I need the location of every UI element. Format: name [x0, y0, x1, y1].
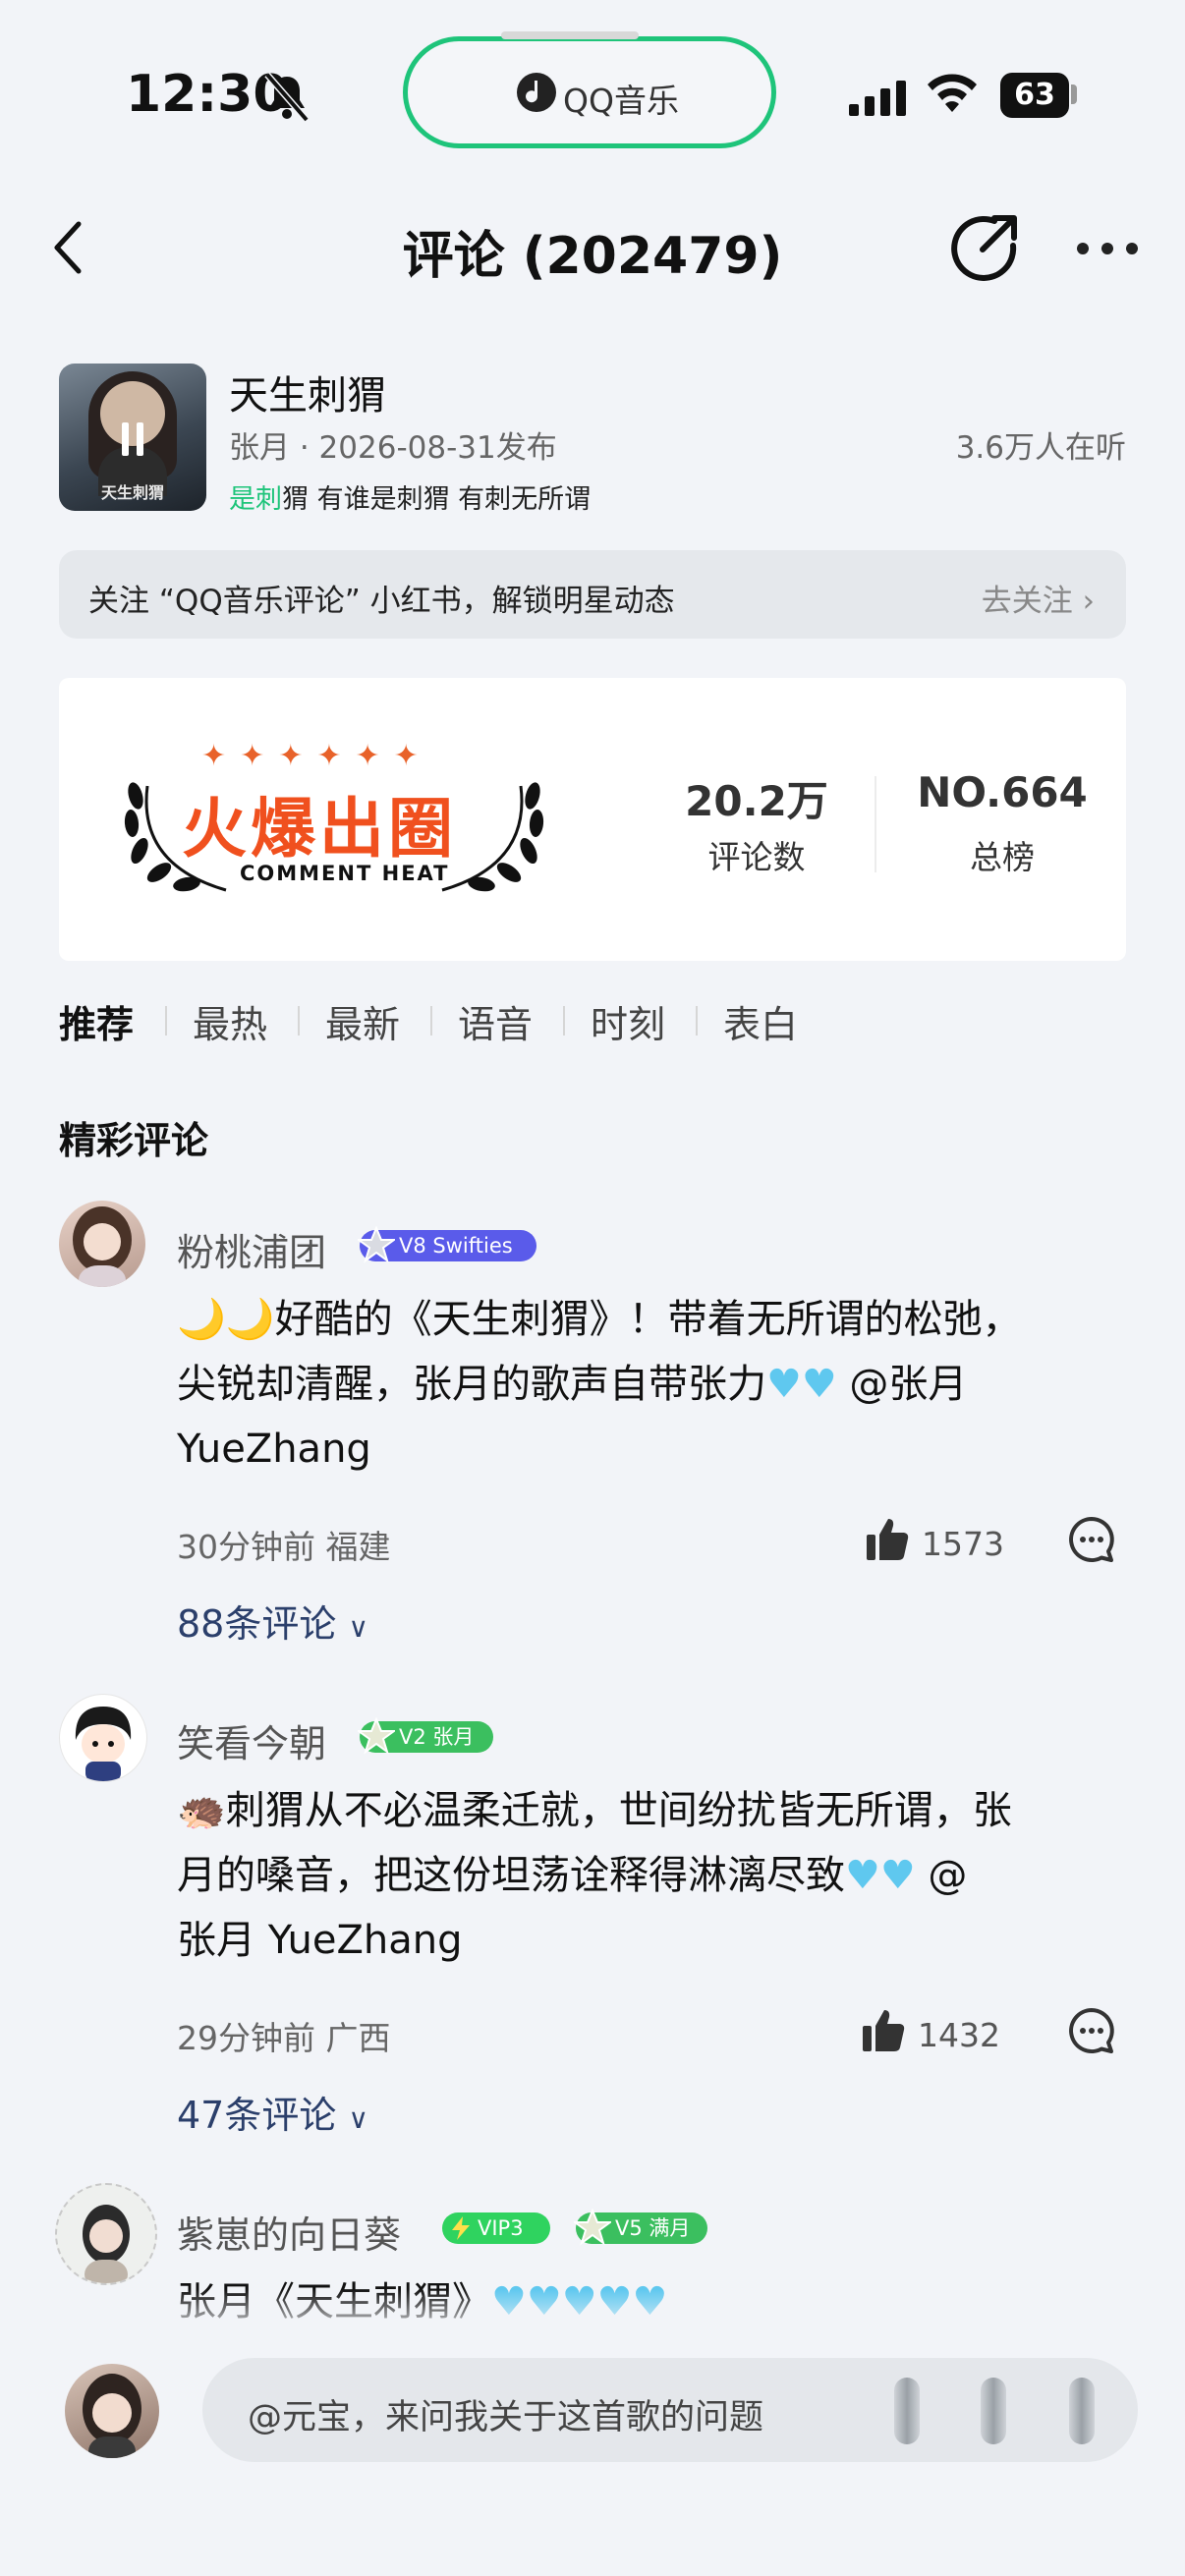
- rank-label: 总榜: [970, 838, 1035, 876]
- thumbs-up-icon[interactable]: [865, 1517, 910, 1562]
- tab-hottest[interactable]: 最热: [193, 994, 267, 1048]
- user-avatar[interactable]: [65, 2364, 159, 2458]
- section-title: 精彩评论: [59, 1119, 209, 1162]
- badge-label: V5 满月: [615, 2216, 691, 2240]
- mention-link[interactable]: @张月: [837, 1362, 967, 1407]
- tab-newest[interactable]: 最新: [325, 994, 400, 1048]
- mention-link[interactable]: @: [916, 1853, 967, 1898]
- avatar-portrait-icon: [83, 2205, 130, 2283]
- cellular-signal-icon: [849, 81, 906, 116]
- album-cover[interactable]: 天生刺猬: [59, 364, 206, 511]
- badge-star-icon: [574, 2209, 611, 2246]
- more-options-icon[interactable]: [1076, 242, 1139, 255]
- lyric-rest: 猬 有谁是刺猬 有刺无所谓: [282, 484, 592, 515]
- song-title[interactable]: 天生刺猬: [229, 364, 386, 420]
- bell-muted-icon: [264, 72, 310, 123]
- view-replies-link[interactable]: 88条评论 ∨: [177, 1594, 368, 1648]
- rank-value: NO.664: [917, 768, 1088, 816]
- voice-wave-icon[interactable]: [981, 2378, 1006, 2444]
- pause-icon[interactable]: [120, 422, 145, 456]
- vip-badge[interactable]: VIP3: [442, 2212, 550, 2244]
- comment-username[interactable]: 粉桃浦团: [177, 1222, 326, 1276]
- comment-text: 🦔刺猬从不必温柔迁就，世间纷扰皆无所谓，张 月的嗓音，把这份坦荡诠释得淋漓尽致♥…: [177, 1778, 1120, 1973]
- reply-bubble-icon[interactable]: [1067, 1515, 1116, 1564]
- qq-music-logo-icon: [517, 73, 556, 112]
- follow-button[interactable]: 去关注 ›: [982, 576, 1095, 620]
- replies-label: 47条评论: [177, 2094, 337, 2137]
- comment-count-label: 评论数: [707, 838, 806, 876]
- comment-line: YueZhang: [177, 1427, 371, 1472]
- view-replies-link[interactable]: 47条评论 ∨: [177, 2085, 368, 2139]
- stat-divider: [875, 776, 876, 872]
- comment-line[interactable]: 张月 YueZhang: [177, 1908, 1120, 1973]
- tab-separator: [563, 1006, 565, 1036]
- replies-label: 88条评论: [177, 1602, 337, 1646]
- avatar[interactable]: [55, 2183, 157, 2285]
- tab-separator: [298, 1006, 300, 1036]
- follow-button-label: 去关注: [981, 584, 1073, 619]
- level-badge[interactable]: V2 张月: [358, 1717, 493, 1755]
- like-count: 1432: [918, 2016, 1000, 2054]
- blue-heart-icon: ♥♥: [766, 1362, 837, 1407]
- cover-title-text: 天生刺猬: [100, 483, 164, 502]
- comment-input-placeholder: @元宝，来问我关于这首歌的问题: [248, 2398, 764, 2437]
- voice-wave-icon[interactable]: [1069, 2378, 1095, 2444]
- avatar-portrait-icon: [83, 2374, 141, 2458]
- badge-label: V2 张月: [399, 1725, 475, 1749]
- tab-confession[interactable]: 表白: [723, 994, 798, 1048]
- level-badge[interactable]: V8 Swifties: [358, 1226, 536, 1263]
- voice-wave-icon[interactable]: [894, 2378, 920, 2444]
- chevron-down-icon: ∨: [348, 2102, 368, 2135]
- tab-recommended[interactable]: 推荐: [59, 994, 134, 1048]
- avatar[interactable]: [59, 1201, 145, 1287]
- comment-line-text: 尖锐却清醒，张月的歌声自带张力: [177, 1362, 766, 1407]
- comment-count-value: 20.2万: [685, 777, 828, 825]
- avatar[interactable]: [59, 1694, 147, 1782]
- comment-username[interactable]: 笑看今朝: [177, 1713, 326, 1767]
- comment-text: 🌙🌙好酷的《天生刺猬》！带着无所谓的松弛， 尖锐却清醒，张月的歌声自带张力♥♥ …: [177, 1287, 1120, 1482]
- lyric-highlight: 是刺: [229, 484, 282, 515]
- heat-logo-subtitle: COMMENT HEAT: [240, 862, 450, 885]
- blue-heart-icon: ♥♥: [845, 1853, 916, 1898]
- badge-label: VIP3: [478, 2216, 524, 2240]
- thumbs-up-icon[interactable]: [861, 2008, 906, 2053]
- comment-meta: 30分钟前 福建: [177, 1528, 391, 1566]
- chevron-down-icon: ∨: [348, 1611, 368, 1644]
- badge-label: V8 Swifties: [399, 1234, 513, 1258]
- dynamic-island-app-label: QQ音乐: [563, 82, 679, 120]
- battery-indicator: 63: [1000, 73, 1069, 118]
- pill-indicator: [501, 31, 639, 39]
- follow-banner-text: 关注 “QQ音乐评论” 小红书，解锁明星动态: [88, 584, 675, 619]
- comment-line: 尖锐却清醒，张月的歌声自带张力♥♥ @张月: [177, 1352, 1120, 1417]
- tab-separator: [430, 1006, 432, 1036]
- follow-banner[interactable]: 关注 “QQ音乐评论” 小红书，解锁明星动态 去关注 ›: [59, 550, 1126, 639]
- heat-logo-text: 火爆出圈: [182, 791, 457, 867]
- share-icon[interactable]: [951, 212, 1020, 281]
- wifi-icon: [928, 74, 977, 112]
- tab-moments[interactable]: 时刻: [591, 994, 665, 1048]
- comment-username[interactable]: 紫崽的向日葵: [177, 2205, 401, 2259]
- badge-star-icon: [358, 1226, 395, 1263]
- comment-line-text: 月的嗓音，把这份坦荡诠释得淋漓尽致: [177, 1853, 845, 1898]
- lightning-icon: [452, 2216, 470, 2240]
- reply-bubble-icon[interactable]: [1067, 2006, 1116, 2055]
- comment-meta: 29分钟前 广西: [177, 2019, 391, 2057]
- level-badge[interactable]: V5 满月: [574, 2209, 707, 2246]
- tab-separator: [165, 1006, 167, 1036]
- song-meta: 张月 · 2026-08-31发布: [229, 430, 557, 466]
- avatar-portrait-icon: [73, 1206, 132, 1287]
- comment-line: 🌙🌙好酷的《天生刺猬》！带着无所谓的松弛，: [177, 1297, 1022, 1342]
- comment-line: 月的嗓音，把这份坦荡诠释得淋漓尽致♥♥ @: [177, 1843, 1120, 1908]
- badge-star-icon: [358, 1717, 395, 1755]
- listener-count: 3.6万人在听: [955, 430, 1126, 466]
- tab-separator: [696, 1006, 698, 1036]
- like-count: 1573: [922, 1525, 1004, 1563]
- chevron-right-icon: ›: [1082, 584, 1095, 619]
- battery-tip: [1071, 84, 1077, 104]
- tab-voice[interactable]: 语音: [458, 994, 533, 1048]
- avatar-cartoon-icon: [75, 1707, 132, 1781]
- lyric-line: 是刺猬 有谁是刺猬 有刺无所谓: [229, 477, 591, 516]
- comment-line: 🦔刺猬从不必温柔迁就，世间纷扰皆无所谓，张: [177, 1788, 1012, 1833]
